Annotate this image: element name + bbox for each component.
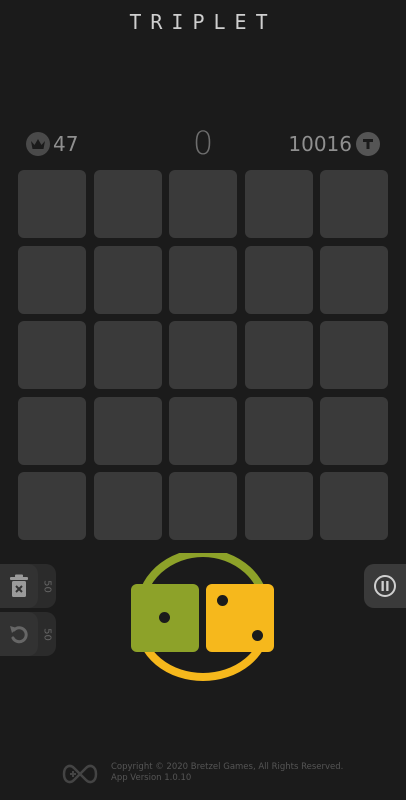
board-cell[interactable]	[320, 321, 388, 389]
trash-cost: 50	[41, 579, 53, 593]
board-cell[interactable]	[18, 396, 86, 465]
token-t-icon[interactable]	[356, 132, 380, 156]
board-cell[interactable]	[169, 245, 237, 314]
game-title: TRIPLET	[129, 10, 277, 34]
board-cell[interactable]	[93, 396, 162, 465]
die-right[interactable]	[206, 584, 274, 652]
gamepad-logo-icon	[60, 758, 100, 790]
die-pip	[252, 630, 263, 641]
copyright-text: Copyright © 2020 Bretzel Games, All Righ…	[111, 762, 344, 772]
game-board	[18, 170, 388, 540]
board-cell[interactable]	[244, 396, 313, 465]
board-cell[interactable]	[244, 245, 313, 314]
undo-icon[interactable]	[0, 612, 38, 656]
board-cell[interactable]	[169, 472, 237, 540]
board-cell[interactable]	[169, 170, 237, 238]
board-cell[interactable]	[320, 245, 388, 314]
board-cell[interactable]	[18, 245, 86, 314]
footer-info: Copyright © 2020 Bretzel Games, All Righ…	[111, 762, 343, 784]
board-cell[interactable]	[320, 170, 388, 238]
board-cell[interactable]	[93, 170, 162, 238]
board-cell[interactable]	[169, 396, 237, 465]
pause-button[interactable]	[364, 564, 406, 608]
trash-tool-button[interactable]: 50	[0, 564, 56, 608]
undo-tool-button[interactable]: 50	[0, 612, 56, 656]
board-cell[interactable]	[18, 321, 86, 389]
app-version-text: App Version 1.0.10	[111, 773, 192, 783]
board-cell[interactable]	[244, 472, 313, 540]
board-cell[interactable]	[244, 170, 313, 238]
die-left[interactable]	[131, 584, 199, 652]
dice-pair-piece[interactable]	[128, 553, 278, 683]
undo-cost: 50	[41, 627, 53, 641]
die-pip	[217, 595, 228, 606]
board-cell[interactable]	[244, 321, 313, 389]
die-pip	[159, 612, 170, 623]
token-balance-value: 10016	[288, 132, 352, 156]
board-cell[interactable]	[18, 472, 86, 540]
board-cell[interactable]	[320, 472, 388, 540]
pause-icon	[374, 575, 396, 597]
board-cell[interactable]	[320, 396, 388, 465]
token-balance: 10016	[288, 132, 380, 156]
board-cell[interactable]	[169, 321, 237, 389]
board-cell[interactable]	[18, 170, 86, 238]
board-cell[interactable]	[93, 472, 162, 540]
board-cell[interactable]	[93, 321, 162, 389]
board-cell[interactable]	[93, 245, 162, 314]
trash-icon[interactable]	[0, 564, 38, 608]
